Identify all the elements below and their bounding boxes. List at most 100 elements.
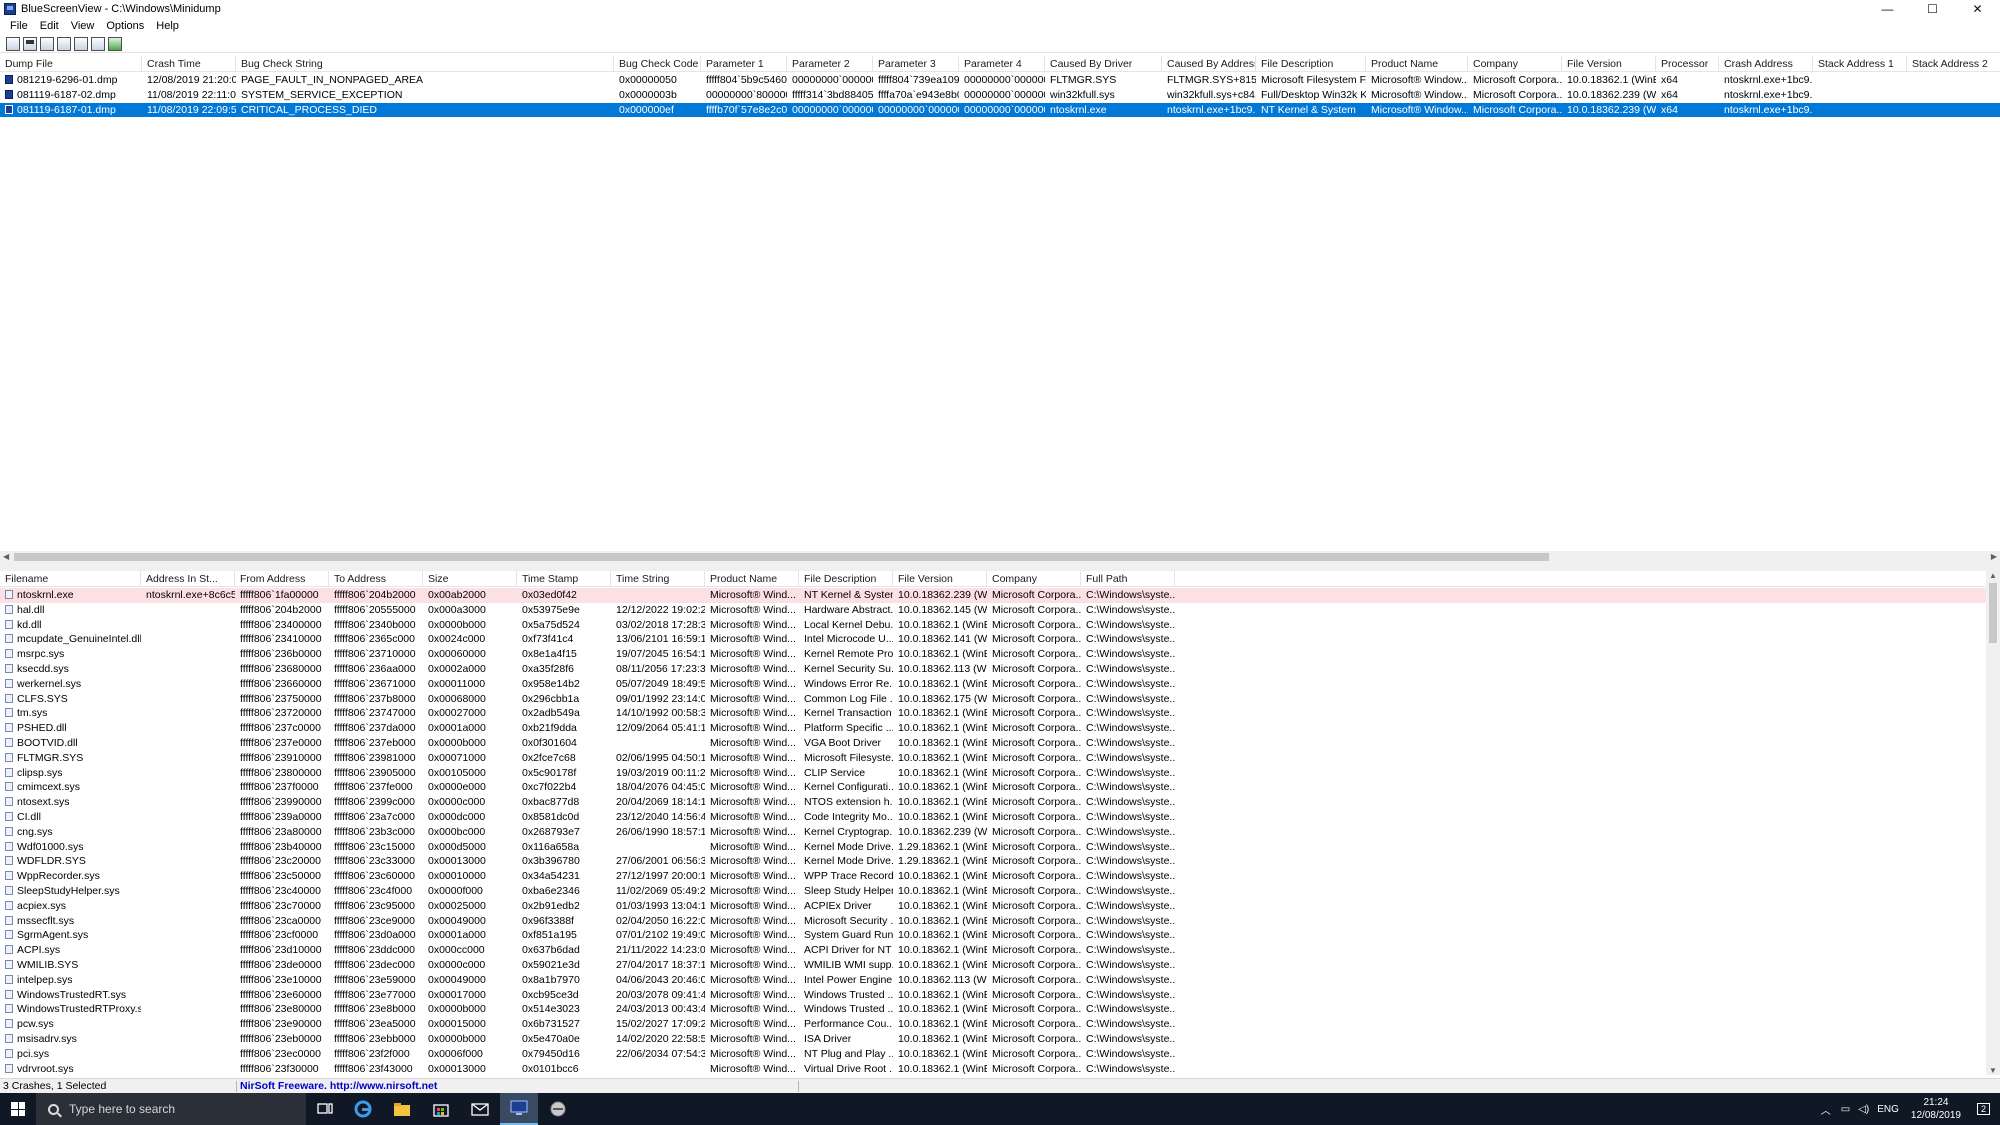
crash-row[interactable]: 081219-6296-01.dmp 12/08/2019 21:20:08 PAG… (0, 73, 2000, 88)
scroll-up-icon[interactable]: ▲ (1989, 571, 1997, 580)
driver-row[interactable]: WppRecorder.sys fffff806`23c50000 fffff806… (0, 869, 1986, 884)
driver-row[interactable]: pcw.sys fffff806`23e90000 fffff806`23ea500… (0, 1017, 1986, 1032)
mail-icon[interactable] (461, 1093, 499, 1125)
save-icon[interactable] (23, 36, 37, 51)
column-header[interactable]: Company (1468, 56, 1562, 72)
driver-row[interactable]: CLFS.SYS fffff806`23750000 fffff806`237b80… (0, 692, 1986, 707)
properties-icon[interactable] (6, 36, 20, 51)
copy-icon[interactable] (57, 36, 71, 51)
driver-row[interactable]: BOOTVID.dll fffff806`237e0000 fffff806`237… (0, 736, 1986, 751)
driver-row[interactable]: intelpep.sys fffff806`23e10000 fffff806`23… (0, 973, 1986, 988)
column-header[interactable]: File Description (1256, 56, 1366, 72)
column-header[interactable]: Crash Address (1719, 56, 1813, 72)
column-header[interactable]: Processor (1656, 56, 1719, 72)
driver-row[interactable]: SleepStudyHelper.sys fffff806`23c40000 fff… (0, 884, 1986, 899)
open-folder-icon[interactable] (74, 36, 88, 51)
scroll-down-icon[interactable]: ▼ (1989, 1066, 1997, 1075)
app-taskbar-icon[interactable] (539, 1093, 577, 1125)
crash-list[interactable]: Dump File Crash Time Bug Check String Bug C… (0, 56, 2000, 551)
close-button[interactable]: ✕ (1955, 0, 2000, 17)
refresh-icon[interactable] (108, 36, 122, 51)
nirsoft-link[interactable]: NirSoft Freeware. http://www.nirsoft.net (240, 1079, 437, 1094)
driver-row[interactable]: cmimcext.sys fffff806`237f0000 fffff806`23… (0, 780, 1986, 795)
crash-row[interactable]: 081119-6187-01.dmp 11/08/2019 22:09:54 CRI… (0, 102, 2000, 118)
maximize-button[interactable]: ☐ (1910, 0, 1955, 17)
driver-row[interactable]: WindowsTrustedRTProxy.sys fffff806`23e800… (0, 1002, 1986, 1017)
notification-center-icon[interactable]: 2 (1976, 1103, 1990, 1115)
task-view-icon[interactable] (306, 1093, 344, 1125)
column-header[interactable]: Bug Check Code (614, 56, 701, 72)
language-indicator[interactable]: ENG (1877, 1104, 1899, 1115)
menu-edit[interactable]: Edit (34, 20, 65, 32)
scroll-left-icon[interactable]: ◀ (3, 552, 9, 561)
volume-icon[interactable]: ◁) (1858, 1104, 1869, 1115)
column-header[interactable]: Parameter 3 (873, 56, 959, 72)
column-header[interactable]: To Address (329, 571, 423, 587)
vscroll-thumb[interactable] (1989, 583, 1997, 643)
driver-row[interactable]: werkernel.sys fffff806`23660000 fffff806`2… (0, 677, 1986, 692)
column-header[interactable]: Caused By Address (1162, 56, 1256, 72)
driver-row[interactable]: ntosext.sys fffff806`23990000 fffff806`239… (0, 795, 1986, 810)
column-header[interactable]: Time String (611, 571, 705, 587)
minimize-button[interactable]: — (1865, 0, 1910, 17)
column-header[interactable]: Product Name (705, 571, 799, 587)
store-icon[interactable] (422, 1093, 460, 1125)
html-report-icon[interactable] (40, 36, 54, 51)
driver-list-vscrollbar[interactable]: ▲ ▼ (1986, 571, 2000, 1075)
column-header[interactable]: File Version (1562, 56, 1656, 72)
driver-row[interactable]: WindowsTrustedRT.sys fffff806`23e60000 fff… (0, 988, 1986, 1003)
column-header[interactable]: Time Stamp (517, 571, 611, 587)
driver-list[interactable]: Filename Address In St... From Address To A… (0, 571, 1986, 1075)
driver-row[interactable]: WMILIB.SYS fffff806`23de0000 fffff806`23de… (0, 958, 1986, 973)
column-header[interactable]: Company (987, 571, 1081, 587)
driver-row[interactable]: CI.dll fffff806`239a0000 fffff806`23a7c000… (0, 810, 1986, 825)
driver-row[interactable]: acpiex.sys fffff806`23c70000 fffff806`23c9… (0, 899, 1986, 914)
crash-list-hscrollbar[interactable]: ◀ ▶ (0, 551, 2000, 563)
bluescreenview-taskbar-icon[interactable] (500, 1093, 538, 1125)
column-header[interactable]: Caused By Driver (1045, 56, 1162, 72)
start-button[interactable] (0, 1093, 36, 1125)
column-header[interactable]: Crash Time (142, 56, 236, 72)
edge-icon[interactable] (344, 1093, 382, 1125)
driver-row[interactable]: msrpc.sys fffff806`236b0000 fffff806`23710… (0, 647, 1986, 662)
taskbar-search[interactable]: Type here to search (36, 1093, 306, 1125)
driver-row[interactable]: Wdf01000.sys fffff806`23b40000 fffff806`23… (0, 840, 1986, 855)
driver-row[interactable]: vdrvroot.sys fffff806`23f30000 fffff806`23… (0, 1062, 1986, 1075)
column-header[interactable]: Stack Address 2 (1907, 56, 2000, 72)
driver-row[interactable]: cng.sys fffff806`23a80000 fffff806`23b3c00… (0, 825, 1986, 840)
clock[interactable]: 21:24 12/08/2019 (1911, 1096, 1961, 1122)
crash-row[interactable]: 081119-6187-02.dmp 11/08/2019 22:11:04 SYS… (0, 88, 2000, 103)
hscroll-thumb[interactable] (14, 553, 1549, 561)
driver-row[interactable]: pci.sys fffff806`23ec0000 fffff806`23f2f00… (0, 1047, 1986, 1062)
driver-row[interactable]: kd.dll fffff806`23400000 fffff806`2340b000… (0, 618, 1986, 633)
column-header[interactable]: Filename (0, 571, 141, 587)
column-header[interactable]: Product Name (1366, 56, 1468, 72)
driver-row[interactable]: WDFLDR.SYS fffff806`23c20000 fffff806`23c3… (0, 854, 1986, 869)
driver-row[interactable]: mcupdate_GenuineIntel.dll fffff806`234100… (0, 632, 1986, 647)
menu-options[interactable]: Options (100, 20, 150, 32)
column-header[interactable]: Full Path (1081, 571, 1175, 587)
driver-row[interactable]: tm.sys fffff806`23720000 fffff806`23747000… (0, 706, 1986, 721)
find-icon[interactable] (91, 36, 105, 51)
driver-row[interactable]: FLTMGR.SYS fffff806`23910000 fffff806`2398… (0, 751, 1986, 766)
driver-row[interactable]: PSHED.dll fffff806`237c0000 fffff806`237da… (0, 721, 1986, 736)
driver-row[interactable]: hal.dll fffff806`204b2000 fffff806`2055500… (0, 603, 1986, 618)
menu-file[interactable]: File (4, 20, 34, 32)
driver-row[interactable]: ntoskrnl.exe ntoskrnl.exe+8c6c59 fffff806`… (0, 588, 1986, 603)
column-header[interactable]: File Description (799, 571, 893, 587)
driver-row[interactable]: mssecflt.sys fffff806`23ca0000 fffff806`23… (0, 914, 1986, 929)
column-header[interactable]: File Version (893, 571, 987, 587)
pane-splitter[interactable] (0, 563, 2000, 571)
column-header[interactable]: Parameter 2 (787, 56, 873, 72)
column-header[interactable]: Size (423, 571, 517, 587)
driver-row[interactable]: msisadrv.sys fffff806`23eb0000 fffff806`23… (0, 1032, 1986, 1047)
column-header[interactable]: From Address (235, 571, 329, 587)
show-hidden-icons-icon[interactable]: ︿ (1821, 1102, 1831, 1117)
driver-row[interactable]: ACPI.sys fffff806`23d10000 fffff806`23ddc0… (0, 943, 1986, 958)
file-explorer-icon[interactable] (383, 1093, 421, 1125)
column-header[interactable]: Address In St... (141, 571, 235, 587)
column-header[interactable]: Parameter 1 (701, 56, 787, 72)
scroll-right-icon[interactable]: ▶ (1991, 552, 1997, 561)
column-header[interactable]: Parameter 4 (959, 56, 1045, 72)
driver-row[interactable]: SgrmAgent.sys fffff806`23cf0000 fffff806`2… (0, 928, 1986, 943)
